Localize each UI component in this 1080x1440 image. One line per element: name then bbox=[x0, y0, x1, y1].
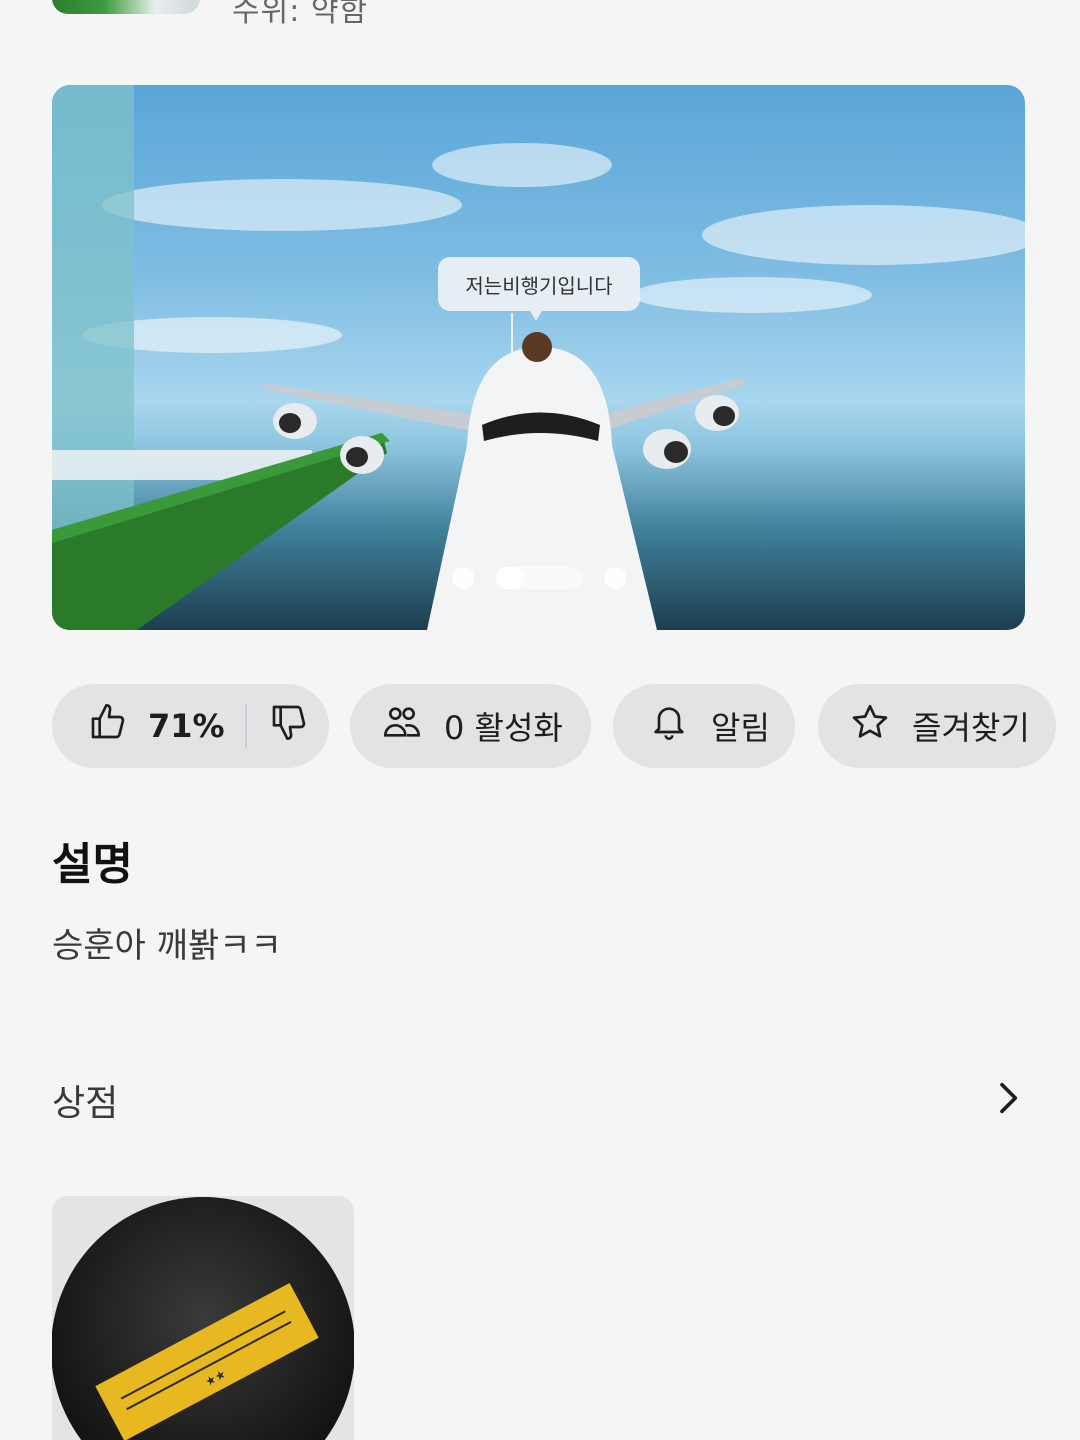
carousel-dot[interactable] bbox=[452, 567, 474, 589]
shop-section-header[interactable]: 상점 bbox=[52, 1070, 1027, 1130]
description-text: 승훈아 깨봙ㅋㅋ bbox=[52, 926, 282, 966]
favorite-label: 즐겨찾기 bbox=[912, 709, 1030, 747]
favorite-button[interactable]: 즐겨찾기 bbox=[818, 684, 1056, 768]
shop-item-card[interactable]: ★★ bbox=[52, 1196, 354, 1440]
active-players-button[interactable]: 0 활성화 bbox=[350, 684, 591, 768]
carousel-dot[interactable] bbox=[604, 567, 626, 589]
like-percentage: 71% bbox=[148, 707, 225, 745]
active-players-label: 0 활성화 bbox=[444, 709, 563, 747]
chevron-right-icon[interactable] bbox=[987, 1078, 1027, 1122]
gamepass-icon: ★★ bbox=[52, 1197, 354, 1440]
vote-group: 71% bbox=[52, 684, 329, 768]
speech-bubble: 저는비행기입니다 bbox=[438, 257, 640, 311]
thumbs-down-icon[interactable] bbox=[269, 702, 309, 750]
carousel-screenshot bbox=[52, 85, 1025, 630]
notify-label: 알림 bbox=[711, 709, 770, 747]
users-icon bbox=[382, 702, 422, 750]
maturity-rating: 수위: 약함 bbox=[232, 0, 369, 29]
description-heading: 설명 bbox=[52, 839, 133, 890]
bell-icon bbox=[649, 702, 689, 750]
vote-divider bbox=[244, 704, 247, 748]
carousel-indicator bbox=[452, 567, 626, 589]
thumbs-up-icon[interactable] bbox=[88, 702, 128, 750]
star-icon bbox=[850, 702, 890, 750]
carousel-dot-active[interactable] bbox=[496, 567, 582, 589]
media-carousel[interactable]: 저는비행기입니다 bbox=[52, 85, 1025, 630]
notify-button[interactable]: 알림 bbox=[613, 684, 795, 768]
shop-heading: 상점 bbox=[52, 1083, 119, 1124]
game-thumbnail[interactable] bbox=[52, 0, 200, 14]
